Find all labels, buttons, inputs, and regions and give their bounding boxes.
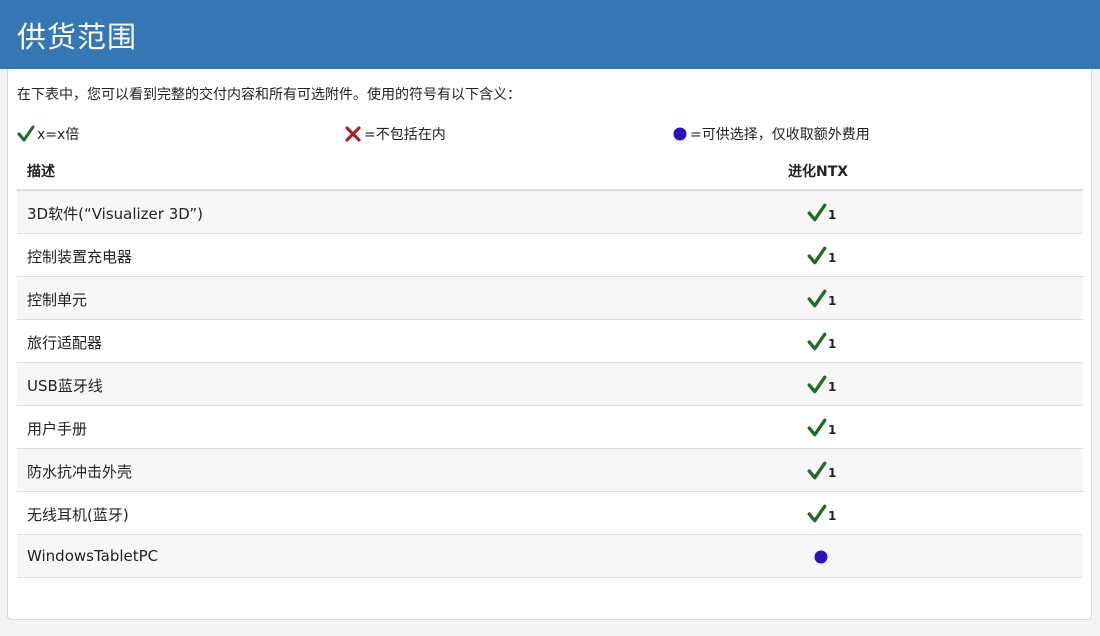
checkmark-icon [807, 203, 827, 222]
section-title: 供货范围 [17, 20, 138, 54]
row-label: 用户手册 [27, 420, 88, 438]
row-status: 1 [807, 201, 847, 225]
row-quantity: 1 [828, 423, 837, 437]
legend-optional-label: =可供选择，仅收取额外费用 [690, 127, 870, 143]
optional-dot-icon [814, 550, 828, 564]
row-status: 1 [807, 373, 847, 397]
row-status: 1 [807, 330, 847, 354]
row-quantity: 1 [828, 380, 837, 394]
row-label: 控制装置充电器 [27, 248, 133, 266]
row-label: 无线耳机(蓝牙) [27, 506, 129, 524]
table-row: 控制单元 1 [17, 277, 1083, 320]
intro-text: 在下表中，您可以看到完整的交付内容和所有可选附件。使用的符号有以下含义： [17, 87, 521, 103]
table-row: 控制装置充电器 1 [17, 234, 1083, 277]
legend-excluded: =不包括在内 [344, 124, 446, 144]
row-quantity: 1 [828, 251, 837, 265]
table-row: 旅行适配器 1 [17, 320, 1083, 363]
checkmark-icon [17, 125, 35, 142]
row-quantity: 1 [828, 208, 837, 222]
checkmark-icon [807, 504, 827, 523]
row-label: USB蓝牙线 [27, 377, 103, 395]
row-quantity: 1 [828, 509, 837, 523]
section-header: 供货范围 [0, 0, 1100, 69]
row-label: 旅行适配器 [27, 334, 103, 352]
row-quantity: 1 [828, 337, 837, 351]
row-label: 3D软件(“Visualizer 3D”) [27, 205, 204, 223]
checkmark-icon [807, 246, 827, 265]
legend-excluded-label: =不包括在内 [364, 127, 446, 143]
cross-icon [345, 126, 361, 142]
row-status [807, 545, 847, 569]
row-label: WindowsTabletPC [27, 547, 159, 565]
column-header-description: 描述 [27, 164, 55, 180]
row-label: 防水抗冲击外壳 [27, 463, 133, 481]
legend-optional: =可供选择，仅收取额外费用 [672, 124, 870, 144]
checkmark-icon [807, 332, 827, 351]
row-status: 1 [807, 502, 847, 526]
table-row: USB蓝牙线 1 [17, 363, 1083, 406]
table-row: 无线耳机(蓝牙) 1 [17, 492, 1083, 535]
legend-included-label: x=x倍 [37, 127, 80, 143]
table-body: 3D软件(“Visualizer 3D”) 1 控制装置充电器 1 控制单元 1 旅行适配器… [17, 191, 1083, 578]
row-quantity: 1 [828, 294, 837, 308]
table-row: 3D软件(“Visualizer 3D”) 1 [17, 191, 1083, 234]
row-status: 1 [807, 459, 847, 483]
table-row: 防水抗冲击外壳 1 [17, 449, 1083, 492]
table-row: WindowsTabletPC [17, 535, 1083, 578]
table-header: 描述 进化NTX [17, 150, 1083, 191]
checkmark-icon [807, 461, 827, 480]
optional-dot-icon [673, 127, 687, 141]
checkmark-icon [807, 375, 827, 394]
row-label: 控制单元 [27, 291, 88, 309]
row-quantity: 1 [828, 466, 837, 480]
row-status: 1 [807, 244, 847, 268]
table-row: 用户手册 1 [17, 406, 1083, 449]
column-header-product: 进化NTX [788, 164, 849, 180]
row-status: 1 [807, 416, 847, 440]
scope-table: 描述 进化NTX 3D软件(“Visualizer 3D”) 1 控制装置充电器 1 控… [17, 150, 1083, 578]
checkmark-icon [807, 289, 827, 308]
legend-included: x=x倍 [17, 124, 79, 144]
row-status: 1 [807, 287, 847, 311]
checkmark-icon [807, 418, 827, 437]
